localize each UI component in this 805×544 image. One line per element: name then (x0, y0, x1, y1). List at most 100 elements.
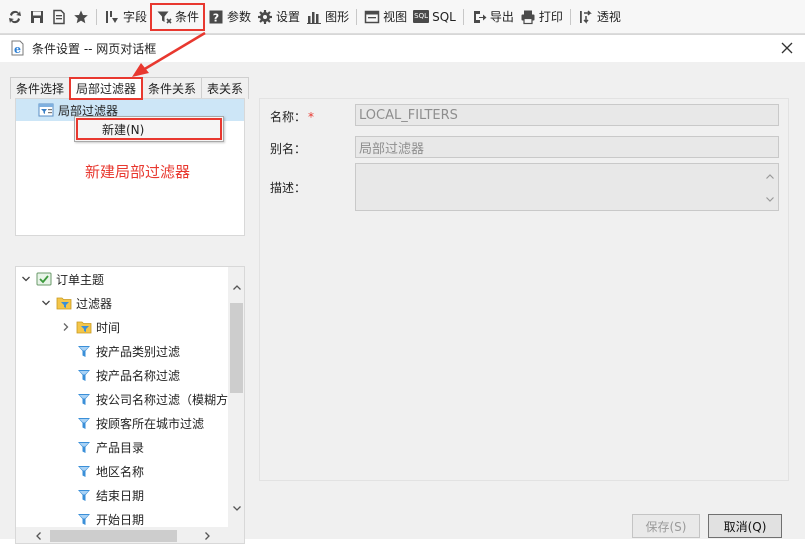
tree-time-label: 时间 (96, 320, 121, 335)
description-textarea[interactable] (355, 163, 779, 211)
view-button-label: 视图 (383, 10, 408, 24)
pivot-button[interactable]: 透视 (575, 4, 624, 30)
settings-button-label: 设置 (276, 10, 301, 24)
context-menu: 新建(N) (74, 116, 224, 142)
tree-item[interactable]: 产品目录 (76, 435, 144, 459)
question-icon: ? (209, 10, 223, 24)
tab-table-relation[interactable]: 表关系 (201, 77, 250, 99)
print-icon (521, 10, 535, 24)
tree-item-label: 结束日期 (96, 488, 145, 503)
horizontal-scroll-thumb[interactable] (50, 530, 177, 542)
settings-button[interactable]: 设置 (254, 4, 303, 30)
condition-button[interactable]: 条件 (150, 2, 206, 31)
filter-folder-icon (76, 321, 92, 334)
filter-icon (157, 11, 172, 24)
tree-filters-label: 过滤器 (76, 296, 113, 311)
tab-bar: 条件选择 局部过滤器 条件关系 表关系 (10, 77, 250, 100)
field-button-label: 字段 (123, 10, 148, 24)
tree-item[interactable]: 按产品名称过滤 (76, 363, 180, 387)
field-button[interactable]: 字段 (101, 4, 150, 30)
view-button[interactable]: 视图 (361, 4, 410, 30)
toolbar-separator (462, 8, 464, 25)
pivot-button-label: 透视 (596, 10, 621, 24)
filter-icon (78, 394, 90, 405)
tree-item[interactable]: 地区名称 (76, 459, 144, 483)
name-input[interactable]: LOCAL_FILTERS (355, 104, 779, 126)
svg-text:?: ? (213, 11, 219, 24)
save-toolbar-button[interactable] (26, 4, 48, 30)
chevron-up-icon[interactable] (763, 170, 777, 184)
tree-item[interactable]: 结束日期 (76, 483, 144, 507)
scroll-down-icon[interactable] (228, 499, 244, 516)
tree-item[interactable]: 按公司名称过滤（模糊方 (76, 387, 228, 411)
parameter-button[interactable]: ? 参数 (205, 4, 254, 30)
toolbar-separator (356, 8, 358, 25)
chevron-down-icon[interactable] (20, 273, 32, 285)
parameter-button-label: 参数 (227, 10, 252, 24)
tree-horizontal-scrollbar[interactable] (16, 527, 244, 543)
sql-button[interactable]: SQL SQL (410, 4, 459, 30)
scroll-up-icon[interactable] (228, 279, 244, 296)
name-label-text: 名称： (270, 110, 307, 124)
pivot-icon (579, 9, 592, 24)
filter-icon (78, 346, 90, 357)
sql-icon: SQL (413, 10, 430, 23)
filter-list-icon (38, 103, 54, 117)
save-button[interactable]: 保存(S) (632, 514, 700, 538)
export-icon (473, 10, 487, 23)
scroll-left-icon[interactable] (30, 527, 47, 543)
export-button-label: 导出 (489, 10, 514, 24)
chart-button-label: 图形 (325, 10, 350, 24)
dialog-client-area: 条件选择 局部过滤器 条件关系 表关系 局部过滤器 新建(N) 新建局部过滤器 (0, 62, 805, 544)
save-icon (31, 10, 43, 23)
bar-chart-icon (307, 11, 322, 24)
tree-item[interactable]: 按顾客所在城市过滤 (76, 411, 204, 435)
field-icon (106, 10, 118, 23)
vertical-scroll-thumb[interactable] (230, 303, 243, 393)
filter-icon (78, 370, 90, 381)
refresh-button[interactable] (4, 4, 26, 30)
subject-icon (36, 272, 52, 286)
favorite-button[interactable] (70, 4, 92, 30)
scroll-right-icon[interactable] (198, 527, 215, 543)
tree-vertical-scrollbar[interactable] (228, 267, 244, 527)
condition-dialog: e 条件设置 -- 网页对话框 条件选择 局部过滤器 条件关系 表关系 局部过滤… (0, 34, 805, 544)
filter-icon (78, 466, 90, 477)
tree-item-label: 按产品名称过滤 (96, 368, 181, 383)
tree-item-label: 开始日期 (96, 512, 145, 527)
filter-icon (78, 442, 90, 453)
context-menu-new[interactable]: 新建(N) (76, 118, 222, 140)
tab-condition-relation[interactable]: 条件关系 (142, 77, 203, 99)
description-label: 描述： (270, 181, 307, 195)
cancel-button[interactable]: 取消(Q) (708, 514, 782, 538)
tree-item-label: 地区名称 (96, 464, 145, 479)
chevron-down-icon[interactable] (40, 297, 52, 309)
condition-button-label: 条件 (175, 10, 200, 24)
tree-node-time[interactable]: 时间 (60, 315, 120, 339)
filter-icon (78, 514, 90, 525)
dialog-button-bar: 保存(S) 取消(Q) (259, 481, 789, 539)
chart-button[interactable]: 图形 (303, 4, 352, 30)
export-button[interactable]: 导出 (468, 4, 517, 30)
tree-item[interactable]: 按产品类别过滤 (76, 339, 180, 363)
tree-item-label: 按公司名称过滤（模糊方 (96, 392, 229, 407)
document-button[interactable] (48, 4, 70, 30)
alias-label: 别名： (270, 142, 307, 156)
tree-node-root[interactable]: 订单主题 (20, 267, 104, 291)
tree-item-label: 按产品类别过滤 (96, 344, 181, 359)
chevron-down-icon[interactable] (763, 192, 777, 206)
svg-text:e: e (14, 43, 21, 56)
chevron-right-icon[interactable] (60, 321, 72, 333)
filter-folder-icon (56, 297, 72, 310)
tab-condition-select[interactable]: 条件选择 (10, 77, 71, 99)
print-button[interactable]: 打印 (517, 4, 566, 30)
tree-item-label: 产品目录 (96, 440, 145, 455)
name-label: 名称： * (270, 108, 314, 125)
tree-node-filters[interactable]: 过滤器 (40, 291, 112, 315)
alias-input[interactable]: 局部过滤器 (355, 136, 779, 158)
tree-item-label: 按顾客所在城市过滤 (96, 416, 205, 431)
close-button[interactable] (779, 40, 795, 56)
filter-properties-panel: 名称： * LOCAL_FILTERS 别名： 局部过滤器 描述： (259, 98, 789, 481)
toolbar-separator (569, 8, 571, 25)
tab-local-filter[interactable]: 局部过滤器 (69, 77, 144, 100)
